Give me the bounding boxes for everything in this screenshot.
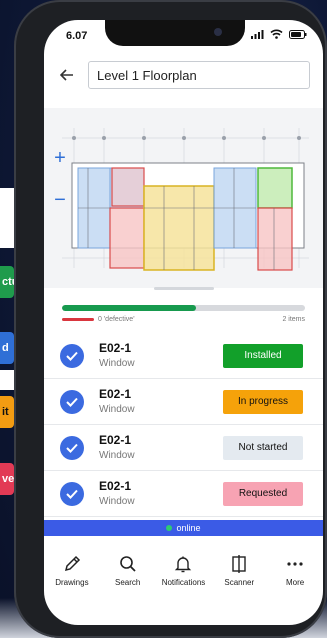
app-header: Level 1 Floorplan [44,52,323,98]
wifi-icon [270,29,283,39]
item-type: Window [99,404,135,415]
tab-label: Scanner [224,578,255,587]
more-icon [287,562,303,566]
item-code: E02-1 [99,341,132,355]
phone-frame: 6.07 Level 1 Floorplan + − 0 'defective'… [14,0,327,638]
bell-icon [175,556,192,573]
check-icon [66,489,78,499]
list-item[interactable]: E02-1 Window Installed [44,333,323,379]
background-card-blue: d [0,332,14,364]
background-card-text: it [2,406,9,418]
status-badge[interactable]: Installed [223,343,303,368]
tab-label: More [285,578,305,587]
list-item[interactable]: E02-1 Window Requested [44,471,323,517]
drag-handle[interactable] [154,287,214,290]
item-list: E02-1 Window Installed E02-1 Window In p… [44,333,323,517]
background-card-orange: it [0,396,14,428]
checkbox[interactable] [60,343,84,368]
floorplan-canvas[interactable]: + − [44,108,323,288]
item-code: E02-1 [99,433,132,447]
scanner-icon [232,555,246,573]
item-text: E02-1 Window [99,387,135,415]
item-type: Window [99,450,135,461]
phone-notch [105,20,245,46]
drawing-title-field[interactable]: Level 1 Floorplan [88,61,310,89]
status-badge[interactable]: Not started [223,435,303,460]
progress-bar-fill [62,305,196,311]
background-panel [0,370,14,390]
item-code: E02-1 [99,479,132,493]
item-count: 2 items [282,316,305,323]
list-item[interactable]: E02-1 Window Not started [44,425,323,471]
background-card-red: ve [0,463,14,495]
tab-scanner[interactable]: Scanner [212,554,266,625]
tab-drawings[interactable]: Drawings [45,554,99,625]
progress-meta: 0 'defective' 2 items [62,316,305,323]
tab-more[interactable]: More [268,554,322,625]
checkbox[interactable] [60,481,84,506]
background-card-text: ve [2,473,15,485]
defect-line [62,318,94,321]
tab-search[interactable]: Search [101,554,155,625]
defect-label: 0 'defective' [98,316,135,323]
zoom-out-button[interactable]: − [50,190,70,210]
check-icon [66,443,78,453]
tab-label: Notifications [161,578,206,587]
check-icon [66,397,78,407]
tab-notifications[interactable]: Notifications [156,554,210,625]
tab-label: Search [115,578,141,587]
back-button[interactable] [50,58,84,92]
item-type: Window [99,496,135,507]
check-icon [66,351,78,361]
tab-label: Drawings [55,578,89,587]
status-icons [251,29,307,39]
drawing-title: Level 1 Floorplan [97,67,197,83]
item-text: E02-1 Window [99,433,135,461]
connection-banner: online [44,520,323,536]
connection-label: online [176,523,201,533]
checkbox[interactable] [60,435,84,460]
battery-icon [289,29,307,39]
pencil-icon [64,555,80,572]
status-time: 6.07 [66,30,88,42]
zoom-in-button[interactable]: + [50,148,70,168]
status-badge[interactable]: In progress [223,389,303,414]
online-dot-icon [166,525,173,531]
item-text: E02-1 Window [99,479,135,507]
status-badge[interactable]: Requested [223,481,303,506]
floorplan-drawing [62,128,309,271]
app-screen: 6.07 Level 1 Floorplan + − 0 'defective'… [44,20,323,625]
background-card-green: ctu [0,266,19,298]
list-item[interactable]: E02-1 Window In progress [44,379,323,425]
bottom-tab-bar: Drawings Search Notifications Scanner Mo… [44,540,323,625]
progress-bar [62,305,305,311]
item-code: E02-1 [99,387,132,401]
arrow-left-icon [60,69,73,81]
search-icon [119,556,136,572]
background-card-text: d [2,342,9,354]
signal-icon [251,29,264,39]
item-type: Window [99,358,135,369]
defect-indicator: 0 'defective' [62,316,135,323]
item-text: E02-1 Window [99,341,135,369]
background-panel [0,188,14,248]
progress-section: 0 'defective' 2 items [62,305,305,323]
checkbox[interactable] [60,389,84,414]
camera-icon [214,28,222,36]
